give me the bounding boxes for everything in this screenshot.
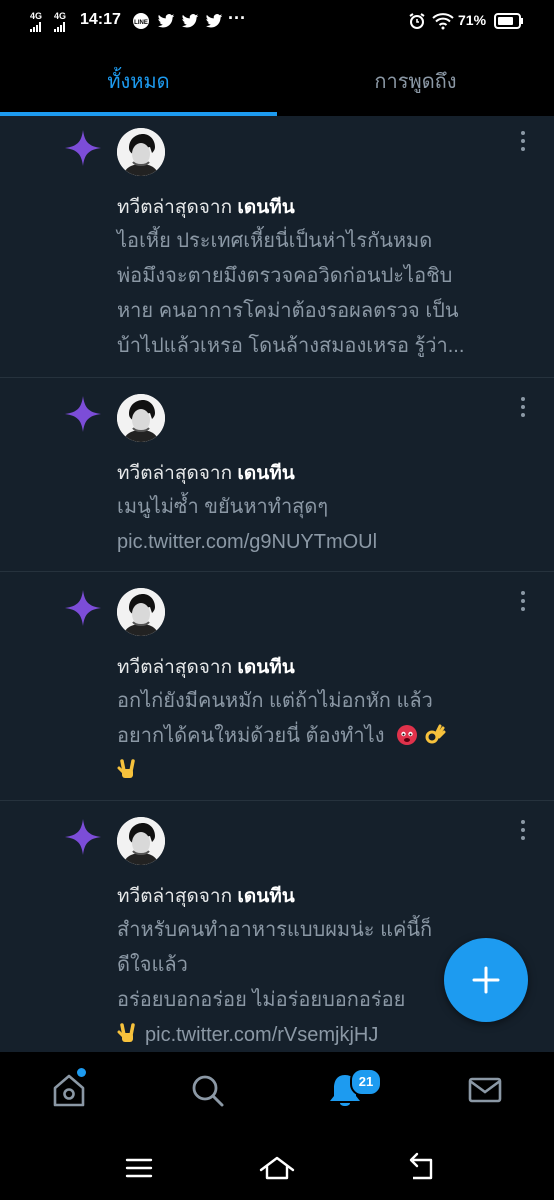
status-bar: 4G 4G 14:17 LINE ··· 71% — [0, 0, 554, 42]
battery-percentage: 71% — [458, 12, 487, 28]
notification-card[interactable]: ทวีตล่าสุดจาก เดนทีน อกไก่ยังมีคนหมัก แต… — [0, 572, 554, 801]
more-options-icon[interactable] — [516, 130, 530, 152]
tweet-line-with-emoji: อยากได้คนใหม่ด้วยนี่ ต้องทำไง — [117, 719, 512, 754]
author-name[interactable]: เดนทีน — [237, 463, 294, 484]
twitter-icon — [157, 14, 175, 28]
tweet-line: พ่อมึงจะตายมึงตรวจคอวิดก่อนปะไอชิบ — [117, 265, 453, 287]
header-prefix: ทวีตล่าสุดจาก — [117, 463, 233, 484]
mail-icon[interactable] — [465, 1070, 505, 1110]
clock: 14:17 — [80, 11, 121, 28]
avatar[interactable] — [117, 588, 165, 636]
notification-header: ทวีตล่าสุดจาก เดนทีน — [117, 458, 295, 488]
avatar[interactable] — [117, 817, 165, 865]
tab-all[interactable]: ทั้งหมด — [0, 42, 277, 116]
compose-tweet-button[interactable] — [444, 938, 528, 1022]
signal-icon — [30, 22, 41, 32]
notification-header: ทวีตล่าสุดจาก เดนทีน — [117, 881, 295, 911]
more-options-icon[interactable] — [516, 590, 530, 612]
home-system-icon[interactable] — [257, 1148, 297, 1188]
tweet-line: อยากได้คนใหม่ด้วยนี่ ต้องทำไง — [117, 725, 385, 747]
tweet-line: บ้าไปแล้วเหรอ โดนล้างสมองเหรอ รู้ว่า... — [117, 335, 465, 357]
tweet-line: เมนูไม่ซ้ำ ขยันหาทำสุดๆ — [117, 496, 329, 518]
tweet-line: อกไก่ยังมีคนหมัก แต่ถ้าไม่อกหัก แล้ว — [117, 690, 433, 712]
tweet-link[interactable]: pic.twitter.com/g9NUYTmOUl — [117, 525, 512, 560]
tweet-line: ไอเหี้ย ประเทศเหี้ยนี่เป็นห่าไรกันหมด — [117, 230, 433, 252]
author-name[interactable]: เดนทีน — [237, 197, 294, 218]
alarm-icon — [409, 13, 425, 29]
more-notifications-indicator: ··· — [228, 8, 246, 28]
signal-icon-2 — [54, 22, 65, 32]
recent-apps-icon[interactable] — [119, 1148, 159, 1188]
header-prefix: ทวีตล่าสุดจาก — [117, 657, 233, 678]
notification-header: ทวีตล่าสุดจาก เดนทีน — [117, 192, 295, 222]
sparkle-icon — [65, 396, 101, 432]
notification-tabs: ทั้งหมด การพูดถึง — [0, 42, 554, 116]
rock-hand-emoji-icon — [117, 1023, 135, 1042]
avatar[interactable] — [117, 128, 165, 176]
header-prefix: ทวีตล่าสุดจาก — [117, 197, 233, 218]
notification-card[interactable]: ทวีตล่าสุดจาก เดนทีน ไอเหี้ย ประเทศเหี้ย… — [0, 116, 554, 378]
avatar-image — [117, 817, 165, 865]
notification-card[interactable]: ทวีตล่าสุดจาก เดนทีน เมนูไม่ซ้ำ ขยันหาทำ… — [0, 378, 554, 572]
twitter-icon-2 — [181, 14, 199, 28]
svg-text:LINE: LINE — [134, 20, 148, 26]
tweet-line-with-link: pic.twitter.com/rVsemjkjHJ — [117, 1018, 512, 1052]
notification-header: ทวีตล่าสุดจาก เดนทีน — [117, 652, 295, 682]
home-new-dot — [77, 1068, 86, 1077]
tweet-line-emoji — [117, 754, 512, 789]
ok-hand-emoji-icon — [425, 724, 446, 744]
system-navigation-bar — [0, 1134, 554, 1200]
tab-mentions[interactable]: การพูดถึง — [277, 42, 554, 116]
avatar[interactable] — [117, 394, 165, 442]
notifications-feed[interactable]: ทวีตล่าสุดจาก เดนทีน ไอเหี้ย ประเทศเหี้ย… — [0, 116, 554, 1052]
sparkle-icon — [65, 819, 101, 855]
hot-face-emoji-icon — [397, 725, 418, 745]
more-options-icon[interactable] — [516, 819, 530, 841]
header-prefix: ทวีตล่าสุดจาก — [117, 886, 233, 907]
bottom-navigation: 21 — [0, 1052, 554, 1134]
tweet-line: หาย คนอาการโคม่าต้องรอผลตรวจ เป็น — [117, 300, 459, 322]
avatar-image — [117, 128, 165, 176]
line-app-icon: LINE — [133, 13, 149, 29]
avatar-image — [117, 588, 165, 636]
tweet-text[interactable]: อกไก่ยังมีคนหมัก แต่ถ้าไม่อกหัก แล้ว อยา… — [117, 684, 512, 789]
plus-icon — [472, 966, 500, 994]
tweet-text[interactable]: เมนูไม่ซ้ำ ขยันหาทำสุดๆ pic.twitter.com/… — [117, 490, 512, 560]
wifi-icon — [432, 13, 454, 30]
rock-hand-emoji-icon — [117, 759, 135, 778]
sparkle-icon — [65, 130, 101, 166]
twitter-icon-3 — [205, 14, 223, 28]
tweet-link[interactable]: pic.twitter.com/rVsemjkjHJ — [145, 1024, 378, 1046]
back-icon[interactable] — [401, 1148, 441, 1188]
search-icon[interactable] — [187, 1070, 227, 1110]
author-name[interactable]: เดนทีน — [237, 886, 294, 907]
author-name[interactable]: เดนทีน — [237, 657, 294, 678]
tweet-line: สำหรับคนทำอาหารแบบผมน่ะ แค่นี้ก็ — [117, 919, 433, 941]
more-options-icon[interactable] — [516, 396, 530, 418]
tweet-text[interactable]: ไอเหี้ย ประเทศเหี้ยนี่เป็นห่าไรกันหมด พ่… — [117, 224, 512, 364]
avatar-image — [117, 394, 165, 442]
notifications-count-badge: 21 — [350, 1068, 382, 1096]
battery-icon — [494, 13, 523, 29]
sparkle-icon — [65, 590, 101, 626]
